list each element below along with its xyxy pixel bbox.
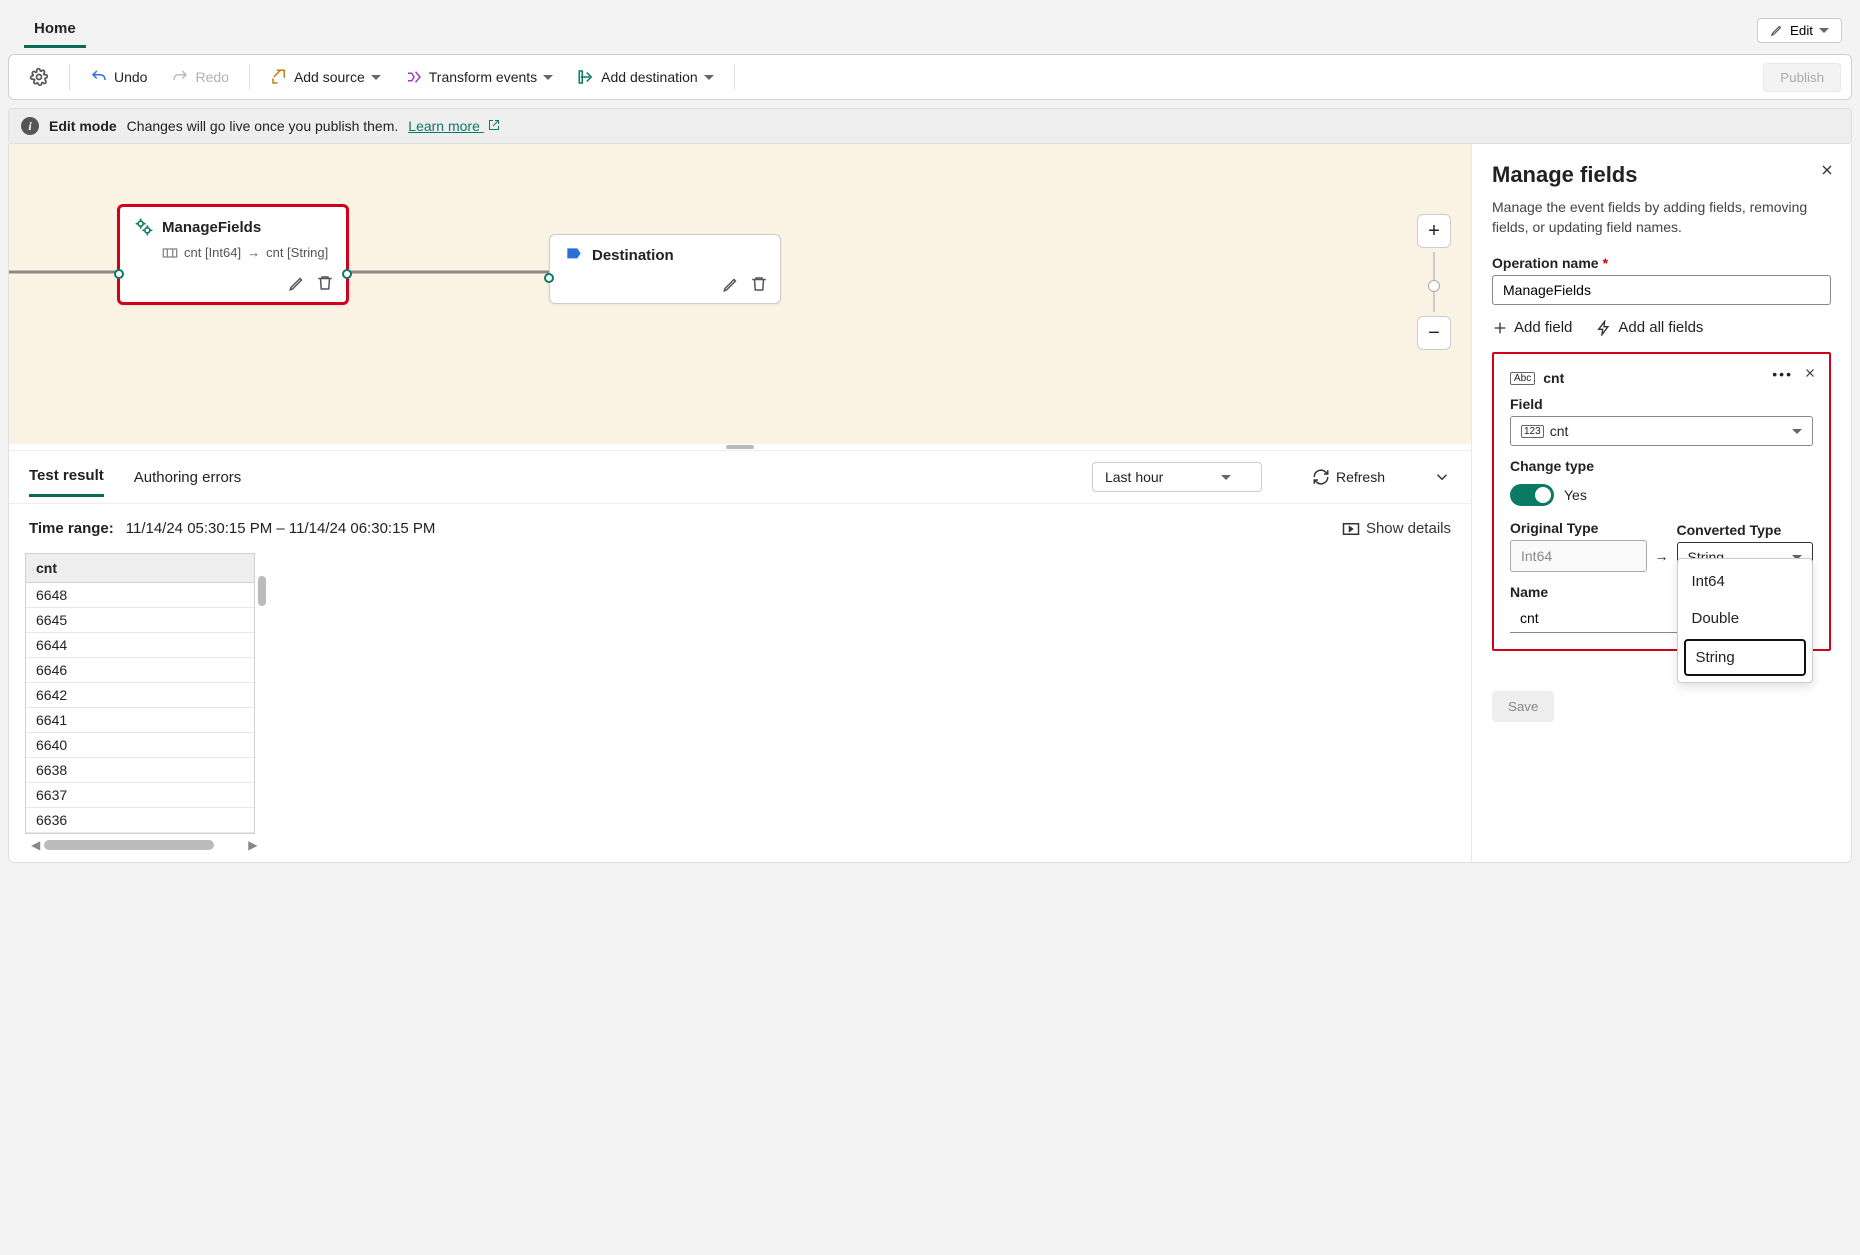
chevron-down-icon [704,75,714,80]
zoom-out-button[interactable]: − [1417,316,1451,350]
undo-icon [90,68,108,86]
chevron-down-icon[interactable] [1433,468,1451,486]
original-type-display: Int64 [1510,540,1647,572]
node-input-pin[interactable] [114,269,124,279]
plus-icon [1492,320,1508,336]
redo-button: Redo [161,62,238,92]
table-header-cnt[interactable]: cnt [26,554,254,583]
pencil-icon[interactable] [722,275,740,293]
number-type-icon: 123 [1521,425,1544,438]
info-icon: i [21,117,39,135]
lightning-icon [1596,320,1612,336]
scroll-left-arrow[interactable]: ◀ [31,838,40,852]
time-range-value: 11/14/24 05:30:15 PM – 11/14/24 06:30:15… [126,520,436,537]
table-row[interactable]: 6636 [26,808,254,833]
table-row[interactable]: 6648 [26,583,254,608]
edit-label: Edit [1790,23,1813,38]
trash-icon[interactable] [316,274,334,292]
table-row[interactable]: 6646 [26,658,254,683]
publish-button: Publish [1763,63,1841,92]
panel-expand-icon [1342,522,1360,536]
chevron-down-icon [1819,28,1829,33]
add-destination-icon [577,68,595,86]
add-all-fields-button[interactable]: Add all fields [1596,319,1703,336]
vertical-scrollbar[interactable] [258,576,266,606]
table-row[interactable]: 6642 [26,683,254,708]
learn-more-link[interactable]: Learn more [408,118,499,134]
table-row[interactable]: 6645 [26,608,254,633]
manage-fields-icon [134,217,154,237]
table-row[interactable]: 6640 [26,733,254,758]
pencil-icon [1770,23,1784,37]
tab-test-result[interactable]: Test result [29,457,104,497]
node-manage-fields[interactable]: ManageFields cnt [Int64] → cnt [String] [117,204,349,305]
dropdown-option[interactable]: Int64 [1678,563,1813,600]
more-icon[interactable]: ••• [1772,366,1793,382]
refresh-button[interactable]: Refresh [1302,462,1395,492]
add-destination-button[interactable]: Add destination [567,62,724,92]
gear-icon [29,67,49,87]
pencil-icon[interactable] [288,274,306,292]
settings-button[interactable] [19,61,59,93]
field-select[interactable]: 123 cnt [1510,416,1813,446]
horizontal-scrollbar[interactable] [44,840,214,850]
field-config-box: ••• Abc cnt Field 123 cnt [1492,352,1831,651]
table-row[interactable]: 6641 [26,708,254,733]
abc-type-icon: Abc [1510,372,1535,385]
destination-icon [564,245,584,265]
arrow-right-icon: → [247,245,260,260]
close-icon[interactable] [1819,162,1835,178]
change-type-toggle[interactable] [1510,484,1554,506]
result-table: cnt 664866456644664666426641664066386637… [25,553,255,834]
show-details-button[interactable]: Show details [1342,520,1451,537]
panel-description: Manage the event fields by adding fields… [1492,198,1831,237]
table-row[interactable]: 6637 [26,783,254,808]
time-range-label: Time range: [29,520,114,537]
edit-mode-infobar: i Edit mode Changes will go live once yo… [8,108,1852,144]
time-window-select[interactable]: Last hour [1092,462,1262,492]
scroll-right-arrow[interactable]: ▶ [248,838,257,852]
add-source-button[interactable]: Add source [260,62,391,92]
redo-icon [171,68,189,86]
refresh-icon [1312,468,1330,486]
external-link-icon [488,119,500,131]
dropdown-option[interactable]: Double [1678,600,1813,637]
tab-home[interactable]: Home [24,12,86,48]
converted-type-dropdown: Int64DoubleString [1677,558,1814,683]
chevron-down-icon [1792,429,1802,434]
chevron-down-icon [543,75,553,80]
chevron-down-icon [1221,475,1231,480]
save-button: Save [1492,691,1554,722]
zoom-in-button[interactable]: + [1417,214,1451,248]
panel-title: Manage fields [1492,162,1831,188]
add-source-icon [270,68,288,86]
undo-button[interactable]: Undo [80,62,157,92]
column-icon [162,247,178,259]
transform-events-button[interactable]: Transform events [395,62,563,92]
toolbar: Undo Redo Add source Transform events [8,54,1852,100]
add-field-button[interactable]: Add field [1492,319,1572,336]
node-destination[interactable]: Destination [549,234,781,304]
arrow-right-icon: → [1655,548,1669,572]
transform-icon [405,68,423,86]
table-row[interactable]: 6644 [26,633,254,658]
node-input-pin[interactable] [544,273,554,283]
table-row[interactable]: 6638 [26,758,254,783]
close-icon[interactable] [1803,366,1817,382]
zoom-slider[interactable] [1433,252,1435,312]
pipeline-canvas[interactable]: ManageFields cnt [Int64] → cnt [String] [9,144,1471,444]
operation-name-input[interactable] [1492,275,1831,305]
chevron-down-icon [371,75,381,80]
tab-authoring-errors[interactable]: Authoring errors [134,459,242,496]
node-output-pin[interactable] [342,269,352,279]
zoom-controls: + − [1417,214,1451,350]
edit-dropdown-button[interactable]: Edit [1757,18,1842,43]
dropdown-option[interactable]: String [1684,639,1807,676]
manage-fields-panel: Manage fields Manage the event fields by… [1471,144,1851,862]
trash-icon[interactable] [750,275,768,293]
